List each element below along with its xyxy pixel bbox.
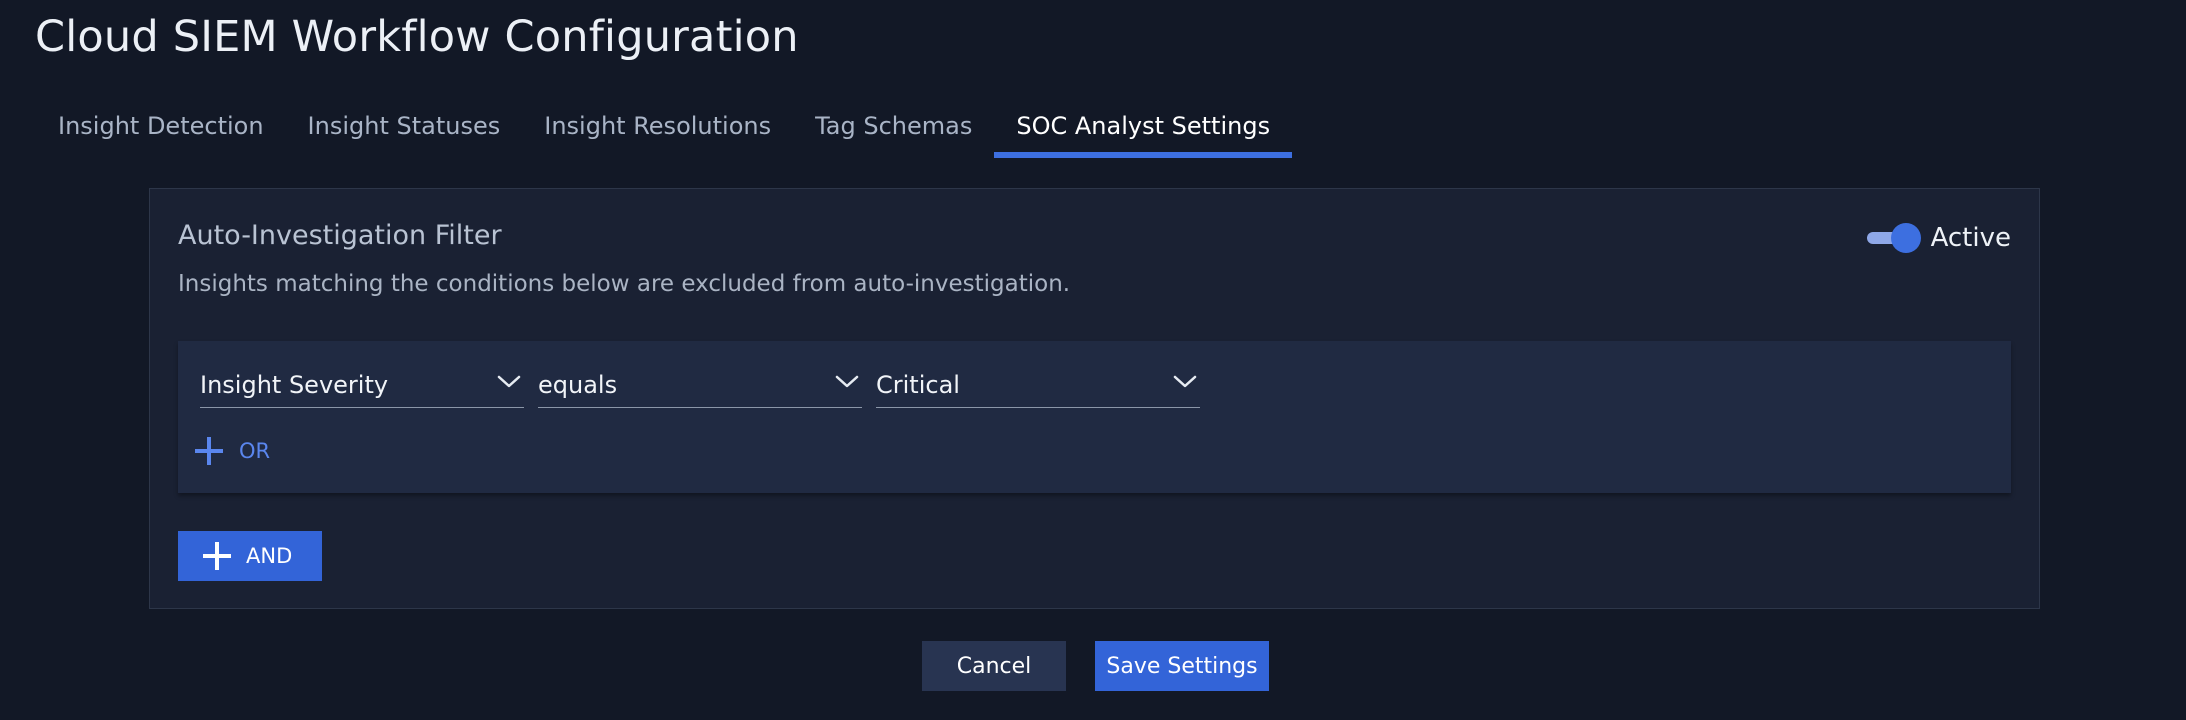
save-settings-button[interactable]: Save Settings [1095, 641, 1269, 691]
tab-bar: Insight Detection Insight Statuses Insig… [36, 104, 1292, 162]
toggle-knob [1890, 223, 1921, 253]
value-select-value: Critical [876, 371, 960, 399]
chevron-down-icon [835, 375, 859, 388]
tab-insight-detection[interactable]: Insight Detection [36, 104, 286, 162]
add-and-condition-button[interactable]: AND [178, 531, 322, 581]
tab-soc-analyst-settings[interactable]: SOC Analyst Settings [994, 104, 1292, 162]
plus-icon [195, 437, 223, 465]
filter-description: Insights matching the conditions below a… [178, 271, 1071, 297]
or-label: OR [239, 439, 271, 463]
tab-insight-resolutions[interactable]: Insight Resolutions [522, 104, 793, 162]
condition-group: Insight Severity equals Critical OR [178, 341, 2011, 493]
toggle-switch[interactable] [1865, 223, 1921, 253]
filter-title: Auto-Investigation Filter [178, 220, 502, 251]
tab-insight-statuses[interactable]: Insight Statuses [286, 104, 523, 162]
tab-tag-schemas[interactable]: Tag Schemas [793, 104, 994, 162]
chevron-down-icon [1173, 375, 1197, 388]
page-title: Cloud SIEM Workflow Configuration [35, 12, 799, 62]
cancel-button[interactable]: Cancel [922, 641, 1066, 691]
and-label: AND [246, 544, 293, 568]
add-or-condition-button[interactable]: OR [193, 433, 270, 469]
plus-icon [203, 542, 231, 570]
operator-select[interactable]: equals [538, 369, 862, 408]
field-select-value: Insight Severity [200, 371, 389, 399]
operator-select-value: equals [538, 371, 618, 399]
auto-investigation-filter-card: Auto-Investigation Filter Insights match… [149, 188, 2040, 609]
toggle-label: Active [1930, 223, 2011, 253]
field-select[interactable]: Insight Severity [200, 369, 524, 408]
value-select[interactable]: Critical [876, 369, 1200, 408]
chevron-down-icon [497, 375, 521, 388]
active-toggle[interactable]: Active [1865, 223, 2011, 253]
